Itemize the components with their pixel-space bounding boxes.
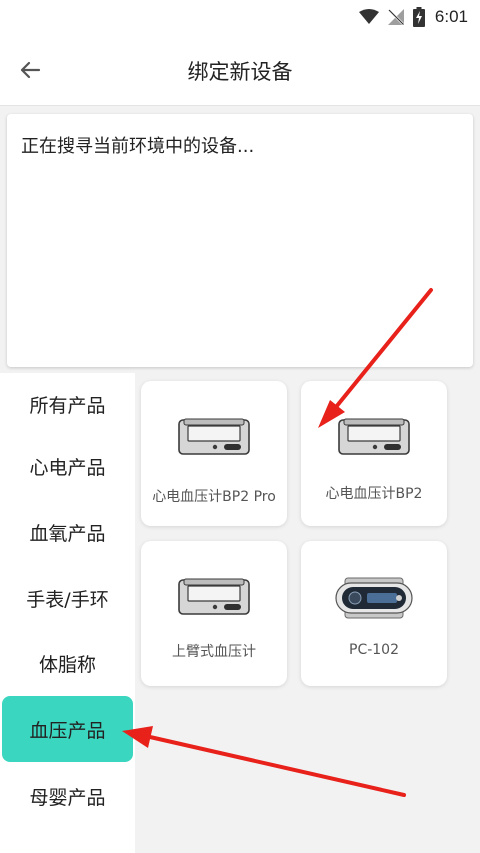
- category-sidebar: 所有产品 心电产品 血氧产品 手表/手环 体脂称 血压产品 母婴产品: [0, 373, 135, 853]
- wifi-icon: [358, 9, 379, 24]
- battery-charging-icon: [412, 7, 425, 27]
- product-label: 心电血压计BP2: [325, 486, 423, 502]
- product-label: 上臂式血压计: [172, 644, 256, 660]
- device-search-panel: 正在搜寻当前环境中的设备...: [7, 114, 473, 367]
- sidebar-item-oximeter-products[interactable]: 血氧产品: [0, 501, 135, 563]
- product-card-upper-arm-bp[interactable]: 上臂式血压计: [141, 541, 287, 686]
- app-bar: 绑定新设备: [0, 34, 480, 106]
- bp-monitor-icon: [178, 418, 250, 455]
- sidebar-item-watch-band[interactable]: 手表/手环: [0, 567, 135, 629]
- sidebar-item-all-products[interactable]: 所有产品: [0, 373, 135, 435]
- search-status-text: 正在搜寻当前环境中的设备...: [21, 136, 255, 157]
- sidebar-item-ecg-products[interactable]: 心电产品: [0, 435, 135, 497]
- page-title: 绑定新设备: [187, 60, 293, 84]
- pc102-device-icon: [335, 577, 413, 619]
- product-card-bp2[interactable]: 心电血压计BP2: [301, 381, 447, 526]
- sidebar-item-mother-baby-products[interactable]: 母婴产品: [0, 765, 135, 827]
- sidebar-item-blood-pressure-products[interactable]: 血压产品: [2, 696, 133, 762]
- status-icons: 6:01: [358, 6, 468, 28]
- status-bar: 6:01: [0, 0, 480, 34]
- product-card-bp2-pro[interactable]: 心电血压计BP2 Pro: [141, 381, 287, 526]
- product-card-pc-102[interactable]: PC-102: [301, 541, 447, 686]
- bp-monitor-icon: [338, 418, 410, 455]
- sidebar-item-body-fat-scale[interactable]: 体脂称: [0, 632, 135, 694]
- status-time: 6:01: [434, 7, 468, 26]
- no-signal-icon: [387, 9, 404, 25]
- product-label: PC-102: [349, 642, 399, 658]
- bp-monitor-icon: [178, 578, 250, 615]
- annotation-arrow-to-category: [122, 726, 406, 797]
- product-label: 心电血压计BP2 Pro: [152, 489, 276, 505]
